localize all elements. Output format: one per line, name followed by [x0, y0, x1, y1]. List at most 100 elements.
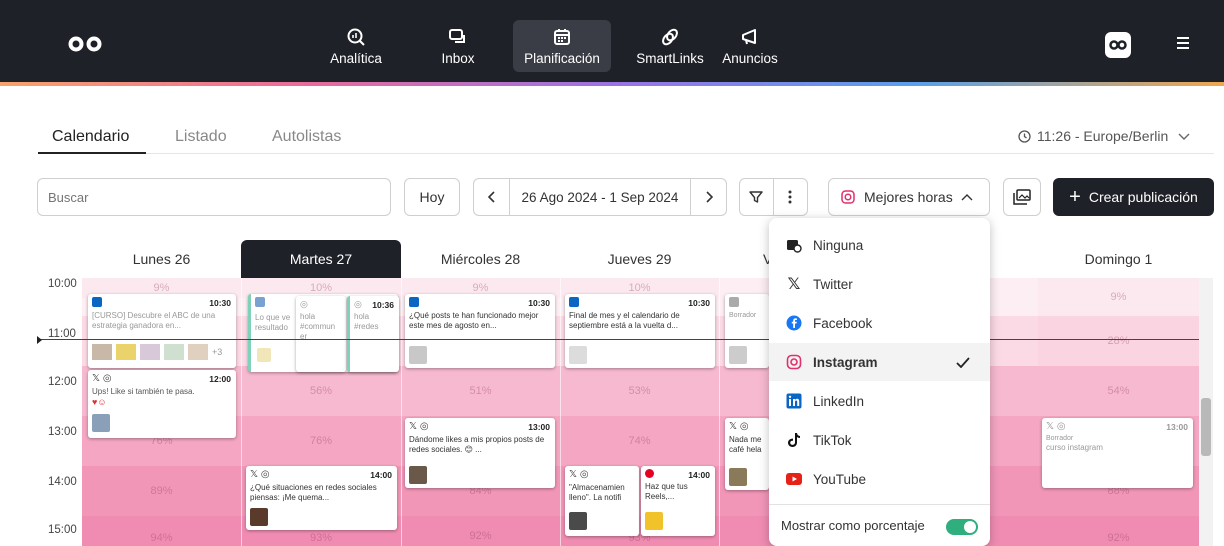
dropdown-option-facebook[interactable]: Facebook — [769, 304, 990, 342]
nav-inbox[interactable]: Inbox — [428, 20, 488, 72]
pct-cell[interactable]: 51% — [401, 366, 560, 416]
hour-label: 12:00 — [48, 376, 77, 388]
post-text: ¿Qué situaciones en redes sociales piens… — [250, 482, 377, 502]
nav-analytics[interactable]: Analítica — [318, 20, 394, 72]
tab-autolistas[interactable]: Autolistas — [272, 128, 341, 146]
logo-icon[interactable] — [66, 36, 106, 52]
post-card[interactable]: 10:30 Final de mes y el calendario de se… — [565, 294, 715, 368]
post-text: [CURSO] Descubre el ABC de una estrategi… — [92, 311, 216, 330]
today-button[interactable]: Hoy — [404, 178, 460, 216]
post-text: hola #redes — [354, 312, 379, 332]
pct-cell[interactable]: 28% — [1038, 316, 1199, 366]
nav-planificacion[interactable]: Planificación — [513, 20, 611, 72]
nav-smartlinks[interactable]: SmartLinks — [628, 20, 712, 72]
dropdown-option-twitter[interactable]: 𝕏 Twitter — [769, 265, 990, 303]
nav-anuncios[interactable]: Anuncios — [714, 20, 786, 72]
post-card[interactable]: 10:30 ¿Qué posts te han funcionado mejor… — [405, 294, 555, 368]
date-range-label[interactable]: 26 Ago 2024 - 1 Sep 2024 — [510, 190, 690, 205]
best-hours-selector[interactable]: Mejores horas — [828, 178, 990, 216]
x-icon: 𝕏 ◎ — [409, 421, 429, 432]
thumbnail — [409, 466, 427, 484]
pct-cell[interactable]: 54% — [1038, 366, 1199, 416]
pct-cell[interactable]: 56% — [241, 366, 401, 416]
post-card[interactable]: 𝕏 ◎ 13:00 Borrador curso instagram — [1042, 418, 1193, 488]
thumbnail — [569, 512, 587, 530]
pct-cell[interactable]: 94% — [82, 528, 241, 546]
menu-icon[interactable] — [1176, 36, 1190, 50]
post-card[interactable]: Borrador — [725, 294, 769, 368]
pct-cell[interactable]: 89% — [82, 466, 241, 516]
option-label: Facebook — [813, 315, 873, 331]
linkedin-icon — [785, 392, 803, 410]
more-options-button[interactable] — [774, 179, 808, 215]
post-card[interactable]: 𝕏 ◎ Nada me café hela — [725, 418, 769, 490]
hour-label: 13:00 — [48, 426, 77, 438]
day-header-tuesday: Martes 27 — [241, 240, 401, 278]
search-box[interactable] — [37, 178, 391, 216]
pct-cell[interactable]: 74% — [560, 416, 719, 466]
prev-week-button[interactable] — [474, 179, 510, 215]
timezone-selector[interactable]: 11:26 - Europe/Berlin — [1018, 128, 1190, 144]
scrollbar-thumb[interactable] — [1201, 398, 1211, 456]
pct-cell[interactable]: 9% — [1038, 278, 1199, 316]
post-text: hola #commun er — [300, 312, 336, 342]
pct-cell[interactable]: 92% — [1038, 528, 1199, 546]
post-time: 13:00 — [1166, 422, 1188, 432]
post-card[interactable]: 14:00 Haz que tus Reels,... — [641, 466, 715, 536]
option-label: Twitter — [813, 276, 853, 292]
tab-listado[interactable]: Listado — [175, 128, 227, 146]
x-icon: 𝕏 ◎ — [1046, 421, 1066, 432]
post-time: 14:00 — [370, 470, 392, 480]
post-time: 10:36 — [372, 300, 394, 310]
post-card[interactable]: 𝕏 ◎ 12:00 Ups! Like si también te pasa. … — [88, 370, 236, 438]
col-divider — [719, 278, 720, 546]
account-logo-button[interactable] — [1105, 32, 1131, 58]
more-thumbnails: +3 — [212, 347, 223, 357]
create-post-button[interactable]: + Crear publicación — [1053, 178, 1214, 216]
linkedin-icon — [569, 297, 579, 307]
media-gallery-button[interactable] — [1003, 178, 1041, 216]
filter-icon — [749, 191, 763, 203]
percentage-toggle-label: Mostrar como porcentaje — [781, 518, 925, 533]
tabs-divider — [38, 153, 1214, 154]
pct-cell[interactable]: 76% — [241, 416, 401, 466]
dropdown-option-instagram[interactable]: Instagram — [769, 343, 990, 381]
linkedin-icon — [92, 297, 102, 307]
percentage-toggle[interactable] — [946, 519, 978, 535]
post-card[interactable]: 𝕏 ◎ 14:00 ¿Qué situaciones en redes soci… — [246, 466, 397, 530]
post-time: 13:00 — [528, 422, 550, 432]
tab-calendario[interactable]: Calendario — [52, 128, 129, 146]
dropdown-option-linkedin[interactable]: LinkedIn — [769, 382, 990, 420]
post-card[interactable]: ◎ hola #commun er — [296, 296, 346, 372]
post-card[interactable]: 𝕏 ◎ 13:00 Dándome likes a mis propios po… — [405, 418, 555, 488]
dropdown-option-tiktok[interactable]: TikTok — [769, 421, 990, 459]
link-icon — [662, 28, 678, 45]
post-text: curso instagram — [1046, 443, 1103, 453]
dropdown-option-youtube[interactable]: YouTube — [769, 460, 990, 498]
day-header-wednesday: Miércoles 28 — [440, 251, 521, 267]
next-week-button[interactable] — [690, 179, 726, 215]
post-time: 14:00 — [688, 470, 710, 480]
analytics-icon — [347, 28, 365, 46]
post-card[interactable]: ◎ 10:36 hola #redes — [347, 296, 399, 372]
option-label: Ninguna — [813, 237, 864, 253]
pct-cell[interactable]: 92% — [401, 526, 560, 546]
instagram-icon — [841, 190, 855, 204]
chevron-left-icon — [487, 191, 495, 203]
inbox-icon — [449, 28, 465, 43]
image-gallery-icon — [1013, 189, 1031, 205]
hour-label: 15:00 — [48, 524, 77, 536]
pct-cell[interactable]: 53% — [560, 366, 719, 416]
pct-cell[interactable]: 93% — [241, 528, 401, 546]
post-card[interactable]: 𝕏 ◎ "Almacenamien lleno". La notifi — [565, 466, 639, 536]
brand-gradient-strip — [0, 82, 1224, 86]
nav-analytics-label: Analítica — [330, 50, 382, 66]
calendar-scrollbar[interactable] — [1199, 278, 1213, 546]
thumbnail — [569, 346, 587, 364]
dropdown-option-ninguna[interactable]: Ninguna — [769, 226, 990, 264]
search-input[interactable] — [38, 189, 390, 205]
nav-inbox-label: Inbox — [441, 50, 475, 66]
filter-button[interactable] — [740, 179, 774, 215]
post-text: Final de mes y el calendario de septiemb… — [569, 311, 680, 330]
post-card[interactable]: 10:30 [CURSO] Descubre el ABC de una est… — [88, 294, 236, 368]
